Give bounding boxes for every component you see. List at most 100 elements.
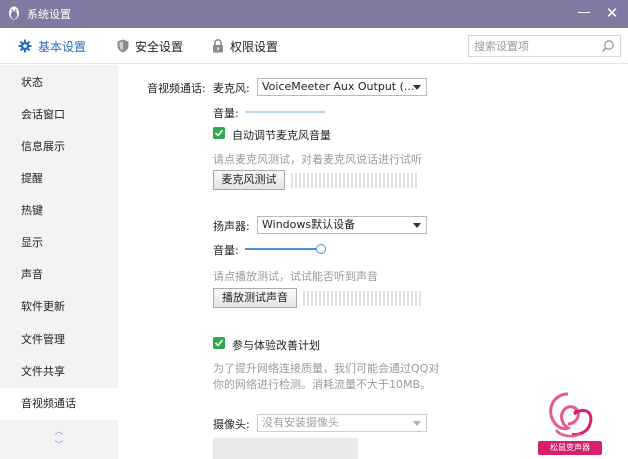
meter-bar [335,291,337,306]
meter-bar [311,173,313,188]
sidebar-item-display[interactable]: 显示 [0,227,118,259]
meter-bar [307,291,309,306]
meter-bar [399,291,401,306]
meter-bar [355,291,357,306]
search-input[interactable] [474,38,594,54]
auto-adjust-mic-label: 自动调节麦克风音量 [232,129,331,142]
experience-plan-label: 参与体验改善计划 [232,339,320,352]
speaker-level-meter [303,291,421,306]
gear-icon [18,39,32,53]
tab-permission-settings[interactable]: 权限设置 [212,37,278,55]
camera-preview-area [213,438,358,459]
meter-bar [323,291,325,306]
minimize-button[interactable]: — [572,2,596,24]
meter-bar [371,291,373,306]
meter-bar [315,291,317,306]
mic-level-meter [291,173,417,188]
meter-bar [403,291,405,306]
checkmark-icon [214,339,224,347]
mic-device-value: VoiceMeeter Aux Output (... [262,80,415,93]
speaker-device-value: Windows默认设备 [262,218,356,231]
meter-bar [339,173,341,188]
meter-bar [347,173,349,188]
meter-bar [331,291,333,306]
meter-bar [371,173,373,188]
sidebar: 状态 会话窗口 信息展示 提醒 热键 显示 声音 软件更新 文件管理 文件共享 … [0,65,118,459]
meter-bar [299,173,301,188]
sidebar-item-status[interactable]: 状态 [0,67,118,99]
window-title: 系统设置 [27,8,71,21]
mic-volume-label: 音量: [213,107,239,120]
meter-bar [335,173,337,188]
chevron-down-icon [413,223,421,228]
tab-basic-settings-label: 基本设置 [38,39,87,54]
meter-bar [383,291,385,306]
tab-security-settings[interactable]: 安全设置 [117,37,183,55]
sidebar-scroll-down-icon[interactable]: ﹀ [52,438,66,451]
sidebar-item-sound[interactable]: 声音 [0,259,118,291]
sidebar-item-reminder[interactable]: 提醒 [0,163,118,195]
meter-bar [327,173,329,188]
mic-label: 麦克风: [213,82,250,95]
meter-bar [355,173,357,188]
qq-penguin-icon [9,6,19,20]
close-button[interactable]: ✕ [600,2,624,24]
meter-bar [319,291,321,306]
meter-bar [343,291,345,306]
sidebar-item-av-call[interactable]: 音视频通话 [0,388,118,420]
play-test-sound-button[interactable]: 播放测试声音 [213,288,297,308]
meter-bar [411,291,413,306]
meter-bar [319,173,321,188]
meter-bar [359,173,361,188]
meter-bar [379,291,381,306]
meter-bar [311,291,313,306]
search-box[interactable] [468,35,621,57]
lock-icon [213,39,223,53]
meter-bar [419,291,421,306]
camera-label: 摄像头: [213,418,250,431]
watermark-tag: 松鼠变声器 [538,441,602,455]
meter-bar [339,291,341,306]
speaker-test-hint: 请点播放测试，试试能否听到声音 [213,270,378,283]
sidebar-item-file-management[interactable]: 文件管理 [0,324,118,356]
meter-bar [367,291,369,306]
meter-bar [391,173,393,188]
sidebar-item-file-sharing[interactable]: 文件共享 [0,356,118,388]
sidebar-item-software-update[interactable]: 软件更新 [0,291,118,323]
mic-volume-slider[interactable] [245,111,325,113]
meter-bar [411,173,413,188]
sidebar-item-info-display[interactable]: 信息展示 [0,131,118,163]
speaker-label: 扬声器: [213,220,250,233]
chevron-down-icon [413,421,421,426]
meter-bar [383,173,385,188]
experience-plan-checkbox[interactable] [213,337,225,349]
meter-bar [315,173,317,188]
meter-bar [387,291,389,306]
meter-bar [399,173,401,188]
sidebar-scroll-up-icon[interactable]: ︿ [52,424,66,437]
meter-bar [395,291,397,306]
mic-device-select[interactable]: VoiceMeeter Aux Output (... [257,78,427,96]
tab-basic-settings[interactable]: 基本设置 [18,37,86,55]
sidebar-item-chat-window[interactable]: 会话窗口 [0,99,118,131]
camera-device-select[interactable]: 没有安装摄像头 [257,414,427,432]
search-icon[interactable] [601,39,615,53]
meter-bar [291,173,293,188]
mic-test-button[interactable]: 麦克风测试 [213,170,285,190]
camera-device-value: 没有安装摄像头 [262,416,339,429]
meter-bar [327,291,329,306]
meter-bar [347,291,349,306]
tab-security-settings-label: 安全设置 [135,39,184,54]
meter-bar [351,291,353,306]
meter-bar [407,173,409,188]
sidebar-item-hotkeys[interactable]: 热键 [0,195,118,227]
meter-bar [363,291,365,306]
speaker-volume-slider[interactable] [245,248,317,250]
auto-adjust-mic-checkbox[interactable] [213,127,225,139]
meter-bar [363,173,365,188]
meter-bar [415,173,417,188]
meter-bar [387,173,389,188]
tab-permission-settings-label: 权限设置 [230,39,279,54]
speaker-device-select[interactable]: Windows默认设备 [257,216,427,234]
speaker-volume-knob[interactable] [316,244,326,254]
